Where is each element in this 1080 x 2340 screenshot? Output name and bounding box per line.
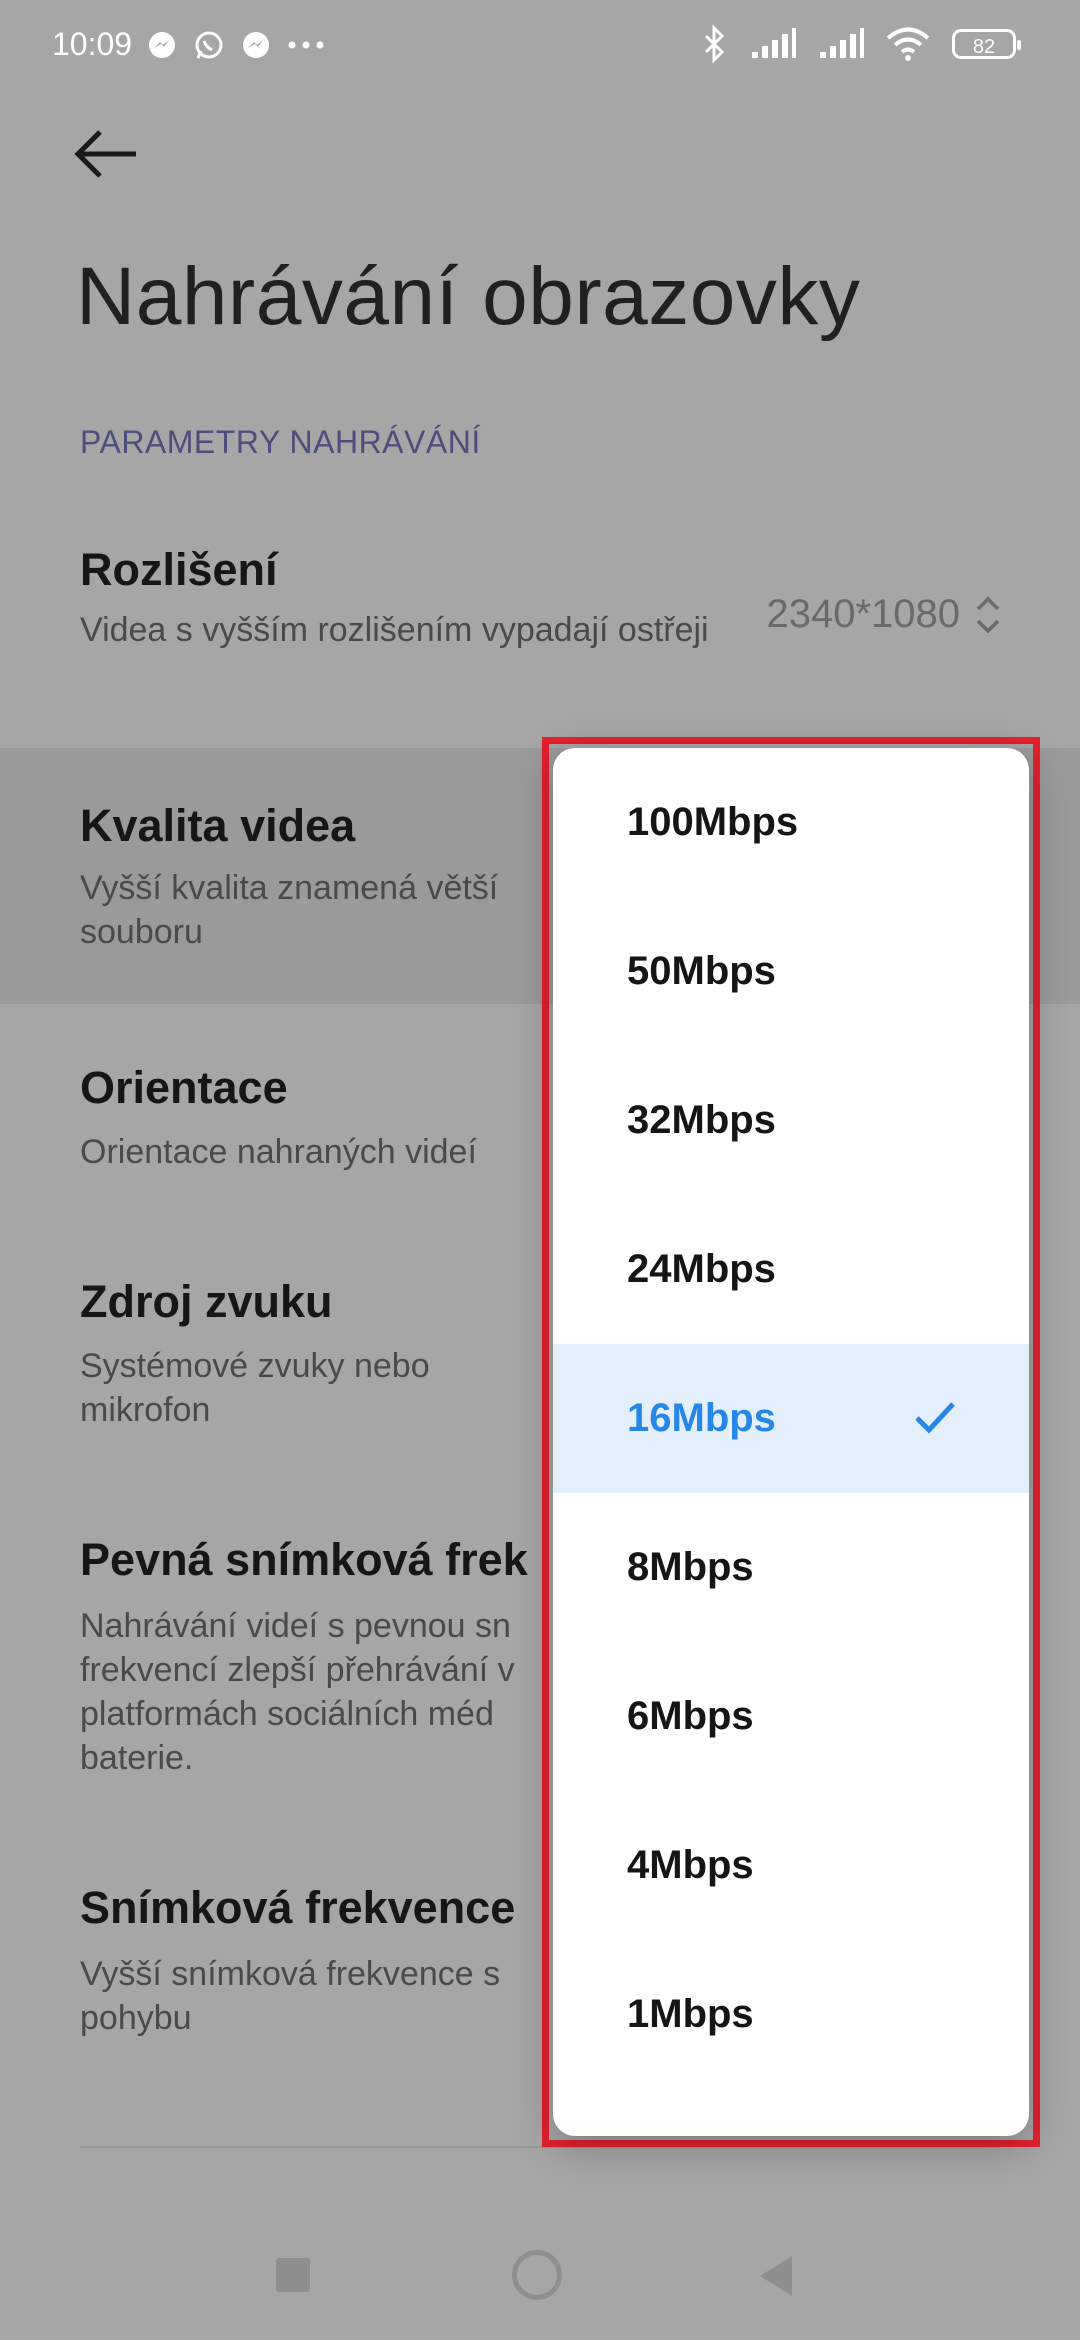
resolution-value-text: 2340*1080 [766,592,960,636]
signal-icon [820,28,864,58]
dropdown-option-label: 50Mbps [627,949,776,993]
check-icon [915,1402,955,1434]
dropdown-option[interactable]: 8Mbps [553,1493,1029,1642]
status-bar: 10:09 82 [0,0,1080,96]
setting-description: Videa s vyšším rozlišením vypadají ostře… [80,611,709,649]
resolution-value: 2340*1080 [766,592,1002,637]
setting-title: Rozlišení [80,544,278,595]
dropdown-option-label: 24Mbps [627,1247,776,1291]
dropdown-option-label: 4Mbps [627,1843,754,1887]
setting-title: Orientace [80,1062,288,1113]
whatsapp-icon [195,31,223,59]
setting-title: Snímková frekvence [80,1882,516,1933]
wifi-icon [886,27,930,61]
dropdown-option[interactable]: 24Mbps [553,1195,1029,1344]
section-header: PARAMETRY NAHRÁVÁNÍ [80,424,481,460]
setting-description: Nahrávání videí s pevnou sn frekvencí zl… [80,1607,515,1777]
back-button[interactable] [72,126,142,182]
setting-title: Pevná snímková frek [80,1534,528,1585]
recents-square-icon[interactable] [276,2258,310,2292]
chevron-updown-icon [976,596,1000,633]
bluetooth-icon [704,24,725,64]
dropdown-option-label: 6Mbps [627,1694,754,1738]
setting-resolution[interactable]: Rozlišení Videa s vyšším rozlišením vypa… [0,520,1080,750]
status-time: 10:09 [52,26,133,62]
dropdown-option-label: 8Mbps [627,1545,754,1589]
signal-icon [752,28,796,58]
setting-title: Zdroj zvuku [80,1276,333,1327]
dropdown-option-label: 1Mbps [627,1992,754,2036]
setting-description: Vyšší snímková frekvence s pohybu [80,1955,501,2037]
more-dots-icon [288,41,324,49]
page-title: Nahrávání obrazovky [76,251,861,342]
setting-description: Systémové zvuky nebo mikrofon [80,1347,430,1429]
dropdown-option-label: 16Mbps [627,1396,776,1440]
setting-title: Kvalita videa [80,800,356,851]
video-quality-dropdown: 100Mbps 50Mbps 32Mbps 24Mbps 16Mbps 8Mbps 6Mbp… [553,748,1029,2136]
dropdown-option-label: 32Mbps [627,1098,776,1142]
dropdown-option[interactable]: 6Mbps [553,1642,1029,1791]
dropdown-option[interactable]: 4Mbps [553,1791,1029,1940]
dropdown-option[interactable]: 100Mbps [553,748,1029,897]
notification-icons [146,28,326,62]
dropdown-option[interactable]: 1Mbps [553,1940,1029,2089]
dropdown-option[interactable]: 16Mbps [553,1344,1029,1493]
messenger-icon [243,32,269,58]
home-circle-icon[interactable] [512,2250,562,2300]
back-triangle-icon[interactable] [760,2256,792,2296]
battery-indicator: 82 [952,29,1021,59]
dropdown-option[interactable]: 50Mbps [553,897,1029,1046]
messenger-icon [149,32,175,58]
dropdown-list: 100Mbps 50Mbps 32Mbps 24Mbps 16Mbps 8Mbps 6Mbp… [553,748,1029,2089]
dropdown-option[interactable]: 32Mbps [553,1046,1029,1195]
setting-description: Vyšší kvalita znamená větší souboru [80,869,499,951]
system-icons: 82 [700,24,1021,64]
back-arrow-icon [74,130,136,178]
dropdown-option-label: 100Mbps [627,800,799,844]
